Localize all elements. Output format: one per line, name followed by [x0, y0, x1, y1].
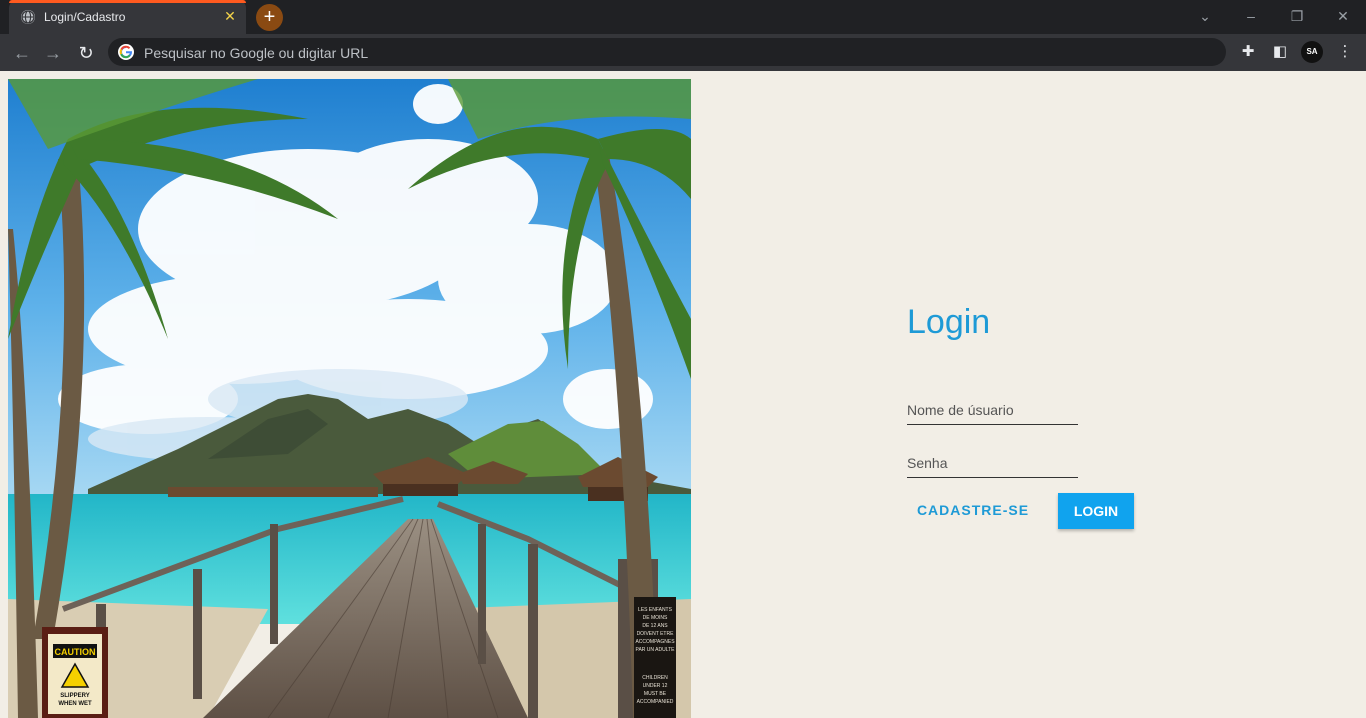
svg-text:DE MOINS: DE MOINS	[643, 615, 668, 621]
username-field[interactable]	[907, 396, 1078, 425]
login-button[interactable]: LOGIN	[1058, 493, 1134, 529]
profile-avatar[interactable]: SA	[1301, 41, 1323, 63]
svg-text:SLIPPERY: SLIPPERY	[60, 693, 89, 699]
password-input[interactable]	[907, 449, 1078, 477]
svg-text:DE 12 ANS: DE 12 ANS	[642, 623, 668, 629]
chevron-down-icon[interactable]: ⌄	[1194, 6, 1216, 26]
password-field[interactable]	[907, 449, 1078, 478]
page-content: CAUTION SLIPPERY WHEN WET LES ENFANTS DE…	[0, 71, 1366, 718]
menu-icon[interactable]: ⋮	[1335, 42, 1355, 62]
login-title: Login	[907, 303, 991, 341]
extensions-icon[interactable]: ✚	[1238, 42, 1258, 62]
reload-icon[interactable]: ↻	[74, 41, 98, 65]
address-bar[interactable]	[108, 38, 1226, 68]
minimize-icon[interactable]: –	[1240, 6, 1262, 26]
username-input[interactable]	[907, 396, 1078, 424]
svg-text:UNDER 12: UNDER 12	[643, 683, 668, 689]
window-close-icon[interactable]: ✕	[1332, 6, 1354, 26]
close-icon[interactable]: ✕	[222, 8, 238, 24]
svg-text:CAUTION: CAUTION	[55, 647, 96, 657]
svg-text:DOIVENT ETRE: DOIVENT ETRE	[637, 631, 675, 637]
svg-text:CHILDREN: CHILDREN	[642, 675, 668, 681]
forward-arrow-icon[interactable]: →	[41, 41, 65, 65]
register-button[interactable]: CADASTRE-SE	[913, 492, 1033, 528]
new-tab-button[interactable]: +	[256, 4, 283, 31]
svg-text:ACCOMPAGNES: ACCOMPAGNES	[635, 639, 675, 645]
svg-text:PAR UN ADULTE: PAR UN ADULTE	[636, 647, 676, 653]
side-panel-icon[interactable]: ◧	[1270, 42, 1290, 62]
tab-title: Login/Cadastro	[44, 10, 126, 24]
restore-icon[interactable]: ❐	[1286, 6, 1308, 26]
browser-tab[interactable]: Login/Cadastro ✕	[9, 0, 246, 34]
browser-toolbar: ← → ↻ ✚ ◧ SA ⋮	[0, 34, 1366, 71]
back-arrow-icon[interactable]: ←	[10, 41, 34, 65]
globe-icon	[21, 10, 35, 24]
svg-text:WHEN WET: WHEN WET	[58, 701, 92, 707]
address-input[interactable]	[142, 38, 1206, 68]
svg-text:LES ENFANTS: LES ENFANTS	[638, 607, 673, 613]
svg-text:ACCOMPANIED: ACCOMPANIED	[637, 699, 674, 705]
browser-tab-bar: Login/Cadastro ✕ + ⌄ – ❐ ✕	[0, 0, 1366, 34]
google-icon	[118, 44, 134, 60]
svg-text:MUST BE: MUST BE	[644, 691, 667, 697]
hero-image: CAUTION SLIPPERY WHEN WET LES ENFANTS DE…	[8, 79, 691, 718]
